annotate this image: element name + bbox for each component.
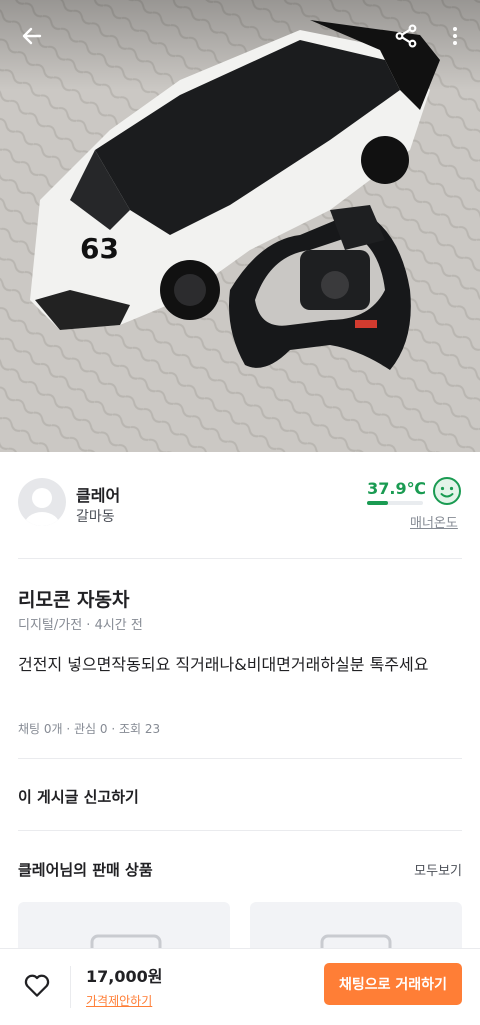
post-counts: 채팅 0개 · 관심 0 · 조회 23 (18, 722, 161, 736)
divider (18, 830, 462, 831)
default-avatar-icon (24, 488, 60, 526)
like-button[interactable] (22, 970, 52, 1000)
seller-items-title: 클레어님의 판매 상품 (18, 861, 153, 879)
svg-text:63: 63 (80, 232, 119, 265)
report-post-link[interactable]: 이 게시글 신고하기 (18, 786, 139, 807)
price: 17,000원 (86, 967, 163, 986)
see-all-link[interactable]: 모두보기 (414, 860, 462, 879)
top-bar (0, 0, 480, 72)
manner-temperature-label[interactable]: 매너온도 (410, 512, 458, 531)
manner-temperature-bar (367, 501, 423, 505)
share-icon (395, 24, 417, 48)
share-button[interactable] (388, 18, 424, 54)
seller-location: 갈마동 (76, 509, 115, 525)
chat-trade-button[interactable]: 채팅으로 거래하기 (324, 963, 462, 1005)
seller-profile[interactable] (0, 452, 480, 558)
manner-temperature-fill (367, 501, 389, 505)
post-title: 리모콘 자동차 (18, 589, 130, 611)
smile-face-icon (432, 476, 462, 506)
back-button[interactable] (14, 18, 50, 54)
arrow-left-icon (22, 27, 42, 45)
divider (18, 758, 462, 759)
avatar[interactable] (18, 478, 66, 526)
post-category-time: 디지털/가전 · 4시간 전 (18, 618, 143, 633)
divider (70, 966, 71, 1008)
post-description: 건전지 넣으면작동되요 직거래나&비대면거래하실분 톡주세요 (18, 655, 429, 674)
divider (18, 558, 462, 559)
more-vertical-icon (453, 27, 457, 45)
more-options-button[interactable] (437, 18, 473, 54)
price-offer-link[interactable]: 가격제안하기 (86, 992, 152, 1009)
heart-icon (24, 974, 50, 997)
manner-temperature-value: 37.9℃ (367, 479, 426, 498)
seller-name: 클레어 (76, 486, 121, 505)
